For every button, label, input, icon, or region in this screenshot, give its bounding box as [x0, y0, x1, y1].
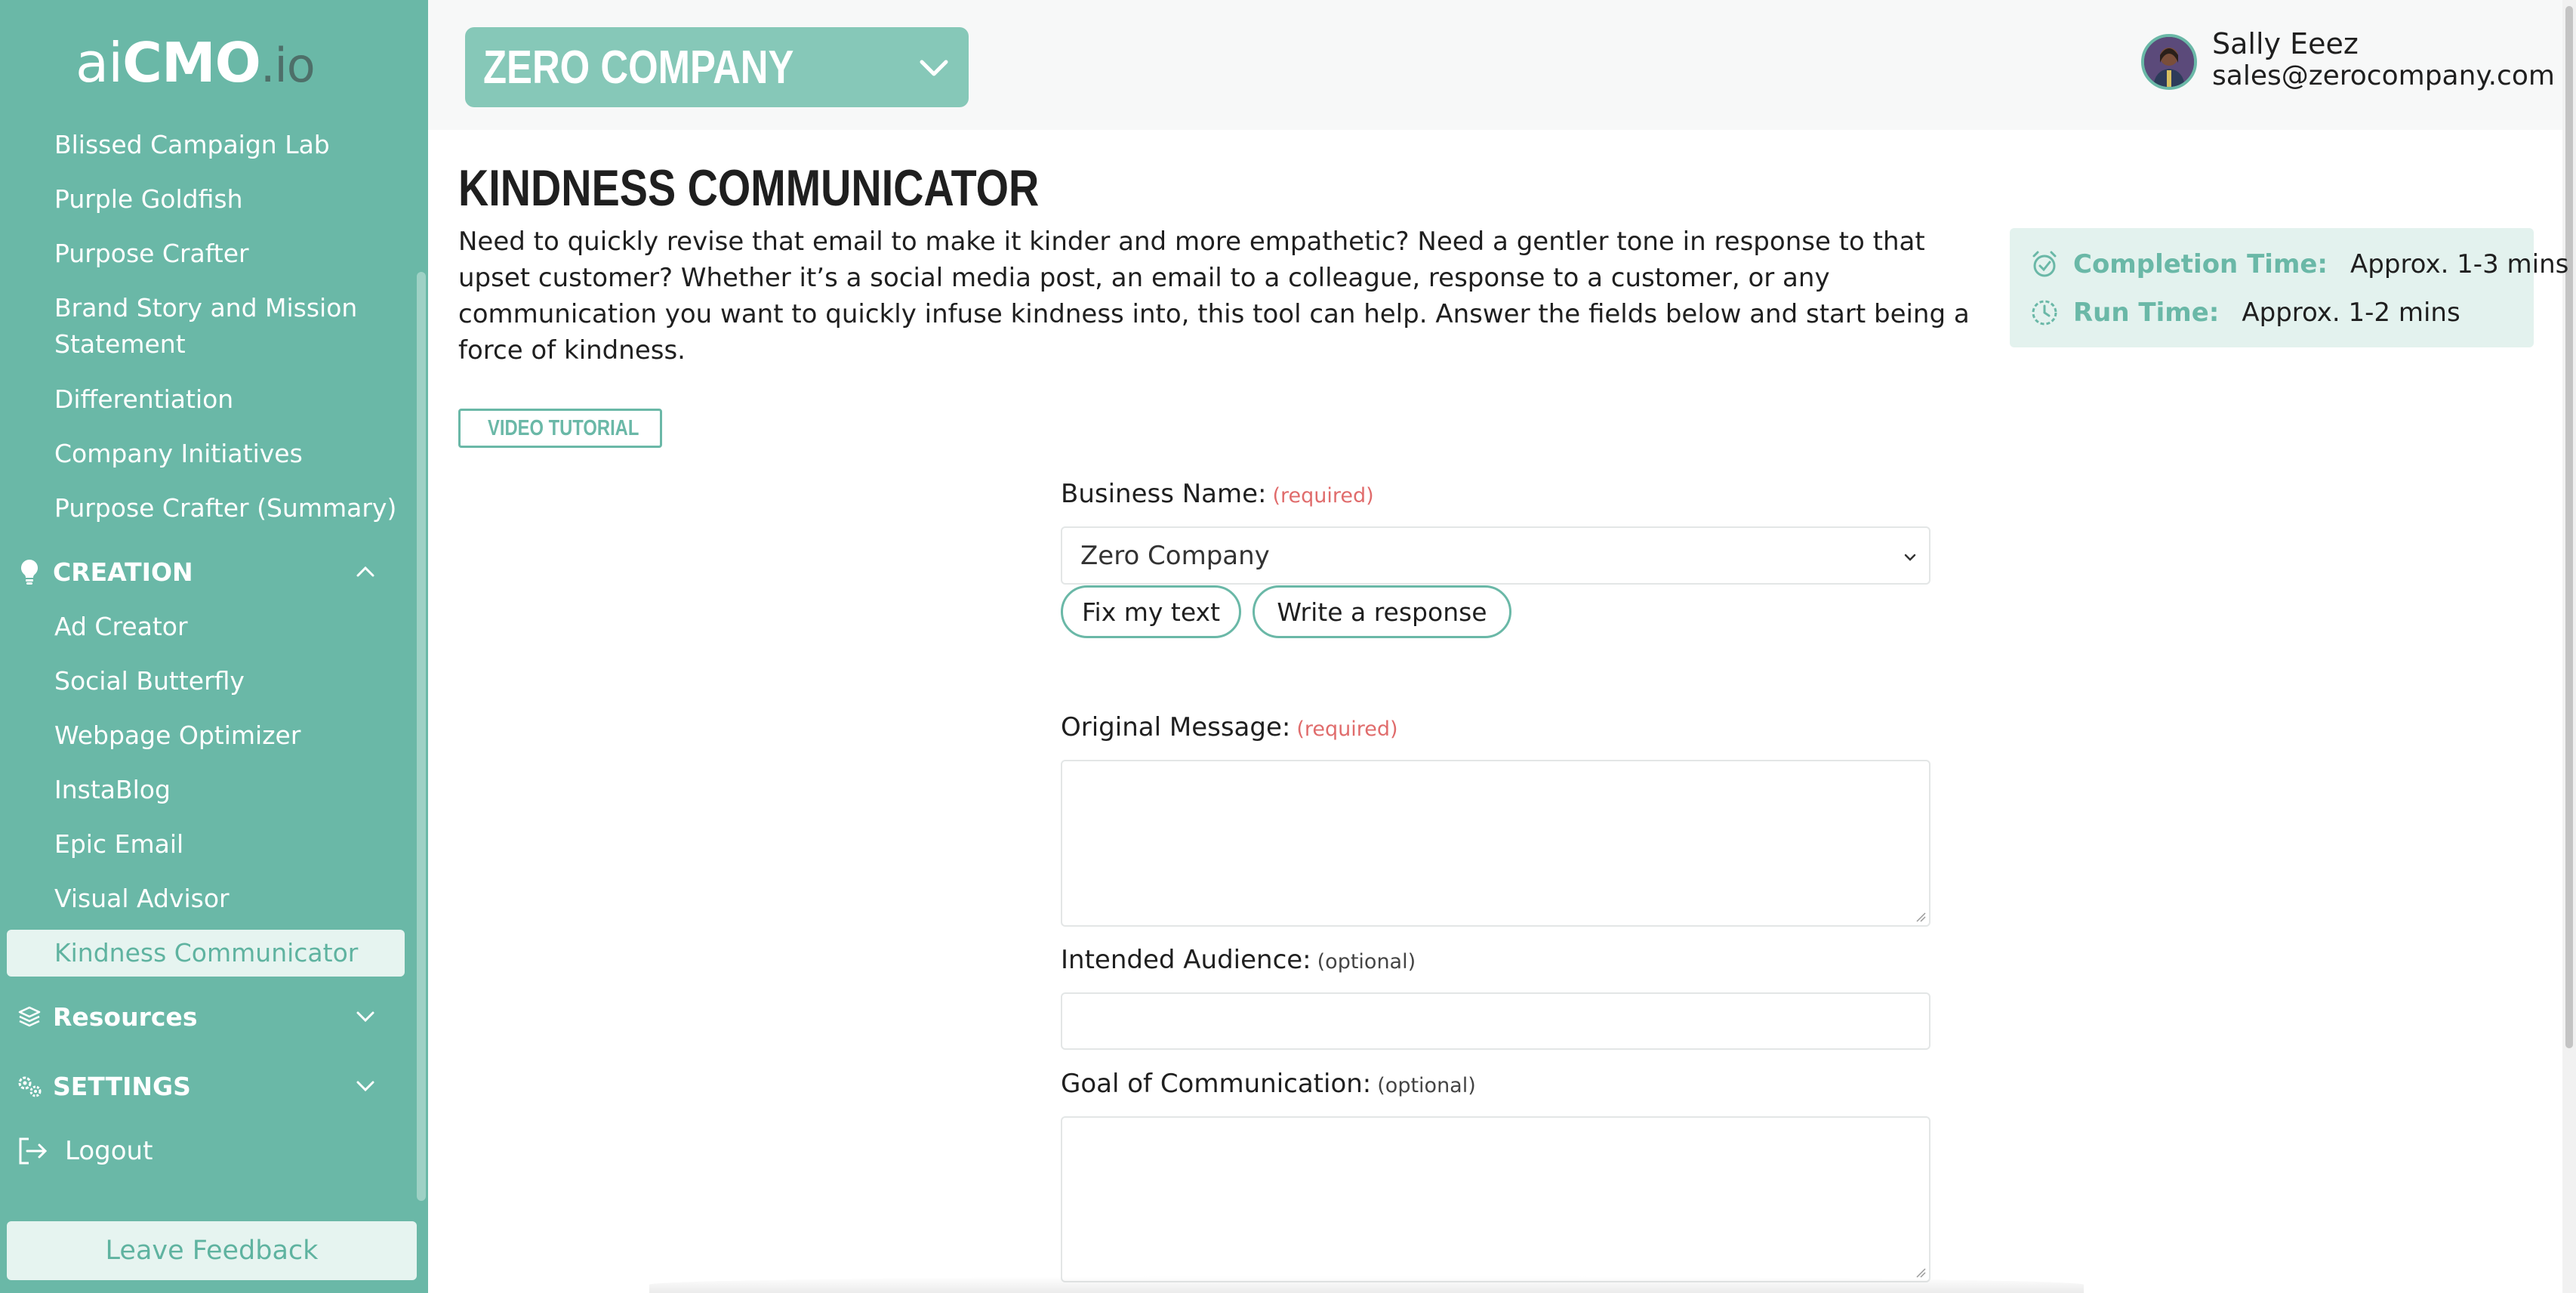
- chevron-down-icon[interactable]: [352, 1003, 379, 1030]
- logout-button[interactable]: Logout: [17, 1130, 153, 1172]
- bottom-shadow: [649, 1276, 2084, 1293]
- run-time-row: Run Time: Approx. 1-2 mins: [2029, 298, 2460, 328]
- sidebar-item-instablog[interactable]: InstaBlog: [54, 772, 171, 808]
- layers-icon: [17, 1004, 42, 1029]
- user-name: Sally Eeez: [2212, 27, 2359, 60]
- clock-icon: [2032, 300, 2057, 326]
- logout-icon: [19, 1137, 48, 1165]
- goal-of-communication-textarea[interactable]: [1061, 1116, 1930, 1282]
- fix-my-text-button[interactable]: Fix my text: [1061, 585, 1241, 638]
- sidebar-section-resources[interactable]: Resources: [17, 995, 379, 1038]
- business-name-label: Business Name: (required): [1061, 479, 1374, 509]
- sidebar-section-settings[interactable]: SETTINGS: [17, 1065, 379, 1107]
- sidebar-section-creation[interactable]: CREATION: [17, 551, 379, 593]
- avatar[interactable]: [2141, 34, 2197, 90]
- user-email: sales@zerocompany.com: [2212, 60, 2555, 91]
- sidebar-item-social-butterfly[interactable]: Social Butterfly: [54, 663, 245, 699]
- business-name-select[interactable]: Zero Company: [1061, 526, 1930, 585]
- sidebar-item-brand-story[interactable]: Brand Story and Mission Statement: [54, 290, 387, 363]
- intended-audience-label: Intended Audience: (optional): [1061, 945, 1416, 975]
- resize-grip-icon[interactable]: [1914, 910, 1926, 922]
- app-logo[interactable]: aiCMO.io: [75, 29, 316, 97]
- original-message-label: Original Message: (required): [1061, 712, 1398, 742]
- sidebar-item-blissed-campaign-lab[interactable]: Blissed Campaign Lab: [54, 127, 330, 163]
- sidebar-item-purple-goldfish[interactable]: Purple Goldfish: [54, 181, 242, 218]
- page-description: Need to quickly revise that email to mak…: [458, 227, 1970, 366]
- sidebar-item-epic-email[interactable]: Epic Email: [54, 826, 183, 863]
- goal-of-communication-label: Goal of Communication: (optional): [1061, 1069, 1476, 1099]
- resize-grip-icon[interactable]: [1914, 1266, 1926, 1278]
- sidebar-item-ad-creator[interactable]: Ad Creator: [54, 609, 188, 645]
- main-scrollbar[interactable]: [2562, 0, 2576, 1293]
- page-title: KINDNESS COMMUNICATOR: [458, 159, 1040, 217]
- company-selector[interactable]: ZERO COMPANY: [465, 27, 969, 107]
- gears-icon: [17, 1073, 42, 1099]
- sidebar-item-differentiation[interactable]: Differentiation: [54, 381, 233, 418]
- alarm-clock-icon: [2032, 251, 2057, 277]
- time-estimate-box: Completion Time: Approx. 1-3 mins Run Ti…: [2010, 228, 2568, 347]
- original-message-textarea[interactable]: [1061, 760, 1930, 927]
- scrollbar-thumb[interactable]: [2565, 6, 2573, 1048]
- leave-feedback-button[interactable]: Leave Feedback: [7, 1221, 417, 1280]
- completion-time-row: Completion Time: Approx. 1-3 mins: [2029, 249, 2568, 279]
- video-tutorial-button[interactable]: VIDEO TUTORIAL: [458, 409, 662, 448]
- sidebar-item-purpose-crafter[interactable]: Purpose Crafter: [54, 236, 249, 272]
- intended-audience-input[interactable]: [1061, 992, 1930, 1050]
- write-a-response-button[interactable]: Write a response: [1253, 585, 1511, 638]
- lightbulb-icon: [17, 559, 42, 585]
- chevron-down-icon: [1904, 554, 1916, 561]
- sidebar-item-kindness-communicator[interactable]: Kindness Communicator: [7, 930, 405, 977]
- sidebar-item-webpage-optimizer[interactable]: Webpage Optimizer: [54, 717, 300, 754]
- chevron-down-icon[interactable]: [352, 1072, 379, 1100]
- sidebar-item-purpose-crafter-summary[interactable]: Purpose Crafter (Summary): [54, 490, 396, 526]
- sidebar: aiCMO.io Blissed Campaign Lab Purple Gol…: [0, 0, 428, 1293]
- chevron-down-icon: [920, 60, 948, 76]
- sidebar-scrollbar[interactable]: [417, 272, 426, 1201]
- chevron-up-icon[interactable]: [352, 558, 379, 585]
- sidebar-item-visual-advisor[interactable]: Visual Advisor: [54, 881, 230, 917]
- sidebar-item-company-initiatives[interactable]: Company Initiatives: [54, 436, 303, 472]
